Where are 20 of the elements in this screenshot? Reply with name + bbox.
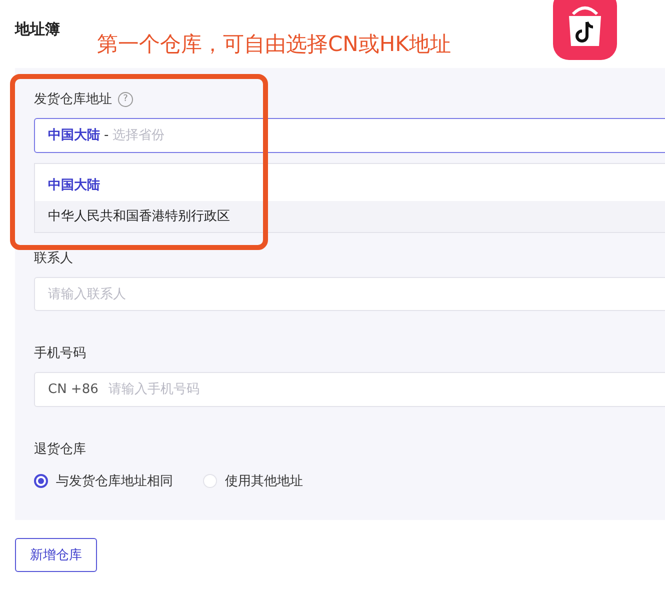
phone-number-input[interactable]: 请输入手机号码	[106, 381, 662, 398]
dropdown-option[interactable]: 中华人民共和国香港特别行政区	[35, 200, 665, 232]
annotation-text: 第一个仓库，可自由选择CN或HK地址	[97, 31, 451, 58]
contact-input[interactable]: 请输入联系人	[34, 276, 665, 312]
dropdown-option[interactable]: 中国大陆	[35, 170, 665, 201]
field-label: 手机号码	[34, 345, 87, 362]
radio-label[interactable]: 与发货仓库地址相同	[56, 472, 173, 490]
field-label: 联系人	[34, 250, 74, 267]
select-placeholder: 选择省份	[112, 127, 165, 144]
country-code: CN +86	[48, 382, 98, 398]
phone-input[interactable]: CN +86 请输入手机号码	[34, 372, 665, 408]
select-value: 中国大陆	[48, 127, 100, 144]
page-title: 地址簿	[15, 20, 61, 39]
field-label: 发货仓库地址	[34, 91, 112, 108]
separator: -	[104, 128, 109, 143]
region-select[interactable]: 中国大陆 - 选择省份	[34, 118, 665, 153]
field-label: 退货仓库	[34, 441, 87, 458]
add-warehouse-button[interactable]: 新增仓库	[15, 538, 97, 572]
radio-label[interactable]: 使用其他地址	[225, 472, 303, 490]
radio-button[interactable]	[34, 474, 48, 488]
